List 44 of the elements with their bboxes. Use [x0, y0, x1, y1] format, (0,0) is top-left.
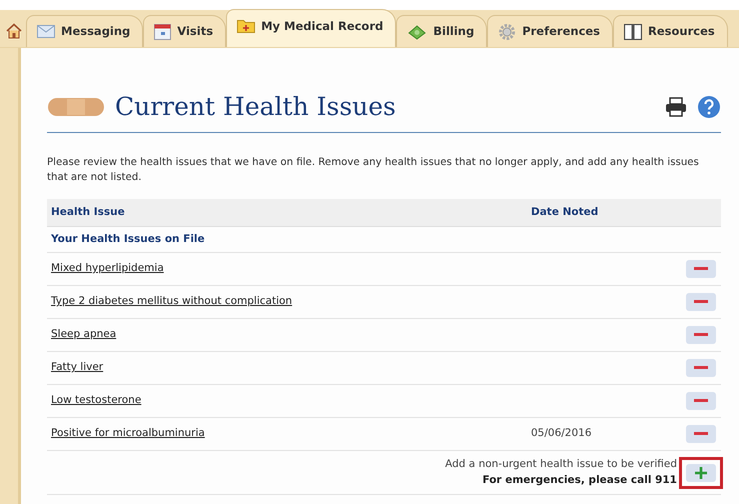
date-text: 05/06/2016 [531, 427, 592, 440]
home-icon[interactable] [6, 23, 22, 39]
envelope-icon [37, 25, 55, 38]
folder-icon [237, 18, 256, 33]
issue-link[interactable]: Low testosterone [51, 394, 142, 406]
gear-icon [498, 22, 516, 40]
remove-button[interactable] [686, 359, 716, 378]
minus-icon [694, 267, 708, 272]
tab[interactable]: My Medical Record [226, 9, 396, 47]
tab[interactable]: Billing [396, 15, 488, 47]
add-button[interactable] [686, 464, 716, 482]
bandage-icon [47, 96, 105, 117]
minus-icon [694, 366, 708, 370]
issue-link[interactable]: Mixed hyperlipidemia [51, 262, 164, 274]
remove-button[interactable] [686, 326, 716, 344]
section-label: Your Health Issues on File [51, 232, 205, 247]
column-header: Date Noted [531, 206, 598, 218]
issue-link[interactable]: Fatty liver [51, 361, 104, 374]
issue-link[interactable]: Sleep apnea [51, 328, 116, 340]
print-icon[interactable] [665, 96, 687, 117]
issue-link[interactable]: Positive for microalbuminuria [51, 427, 205, 440]
minus-icon [694, 333, 708, 338]
calendar-icon [154, 24, 172, 40]
add-text: Add a non-urgent health issue to be verified [444, 456, 677, 472]
remove-button[interactable] [686, 260, 716, 278]
remove-button[interactable] [686, 293, 716, 312]
emergency-note: For emergencies, please call 911 [481, 472, 677, 488]
help-icon[interactable] [697, 94, 721, 119]
tab[interactable]: Preferences [487, 15, 614, 47]
minus-icon [694, 432, 708, 436]
tab[interactable]: Resources [613, 15, 728, 47]
intro-text: Please review the health issues that we have on file. Remove any health issues that no longer apply, and add any health issues that are not listed. [47, 156, 700, 185]
minus-icon [694, 399, 708, 404]
tab[interactable]: Visits [143, 15, 226, 47]
page-title: Current Health Issues [115, 91, 397, 123]
minus-icon [694, 300, 708, 304]
remove-button[interactable] [686, 392, 716, 410]
money-icon [407, 24, 428, 40]
remove-button[interactable] [686, 425, 716, 444]
book-icon [624, 24, 642, 40]
column-header: Health Issue [51, 206, 125, 218]
plus-icon [695, 466, 707, 479]
tab[interactable]: Messaging [26, 15, 144, 47]
issue-link[interactable]: Type 2 diabetes mellitus without complication [51, 295, 292, 308]
